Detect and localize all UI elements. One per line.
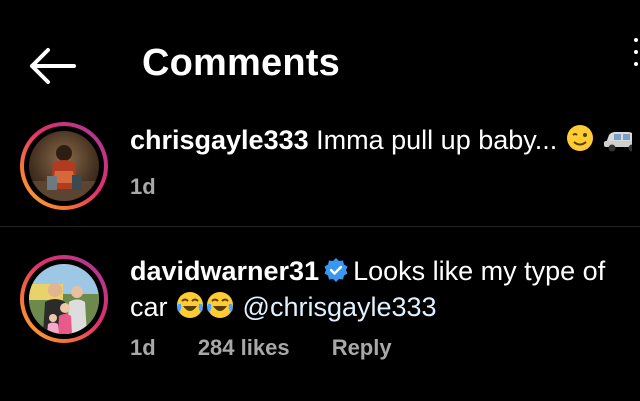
comment-time: 1d (130, 174, 156, 199)
comment-time: 1d (130, 335, 156, 360)
avatar[interactable] (20, 255, 108, 343)
header: Comments (0, 0, 640, 120)
comment-body: Imma pull up baby... (316, 125, 558, 155)
profile-photo (29, 131, 99, 201)
tears-of-joy-icon (177, 292, 204, 318)
arrow-left-icon (30, 48, 76, 84)
comment-text: davidwarner31 Looks like my type of car … (130, 253, 632, 325)
comment-text: chrisgayle333 Imma pull up baby... (130, 122, 632, 158)
page-title: Comments (142, 42, 340, 84)
wink-face-icon (566, 125, 593, 151)
reply-button[interactable]: Reply (332, 335, 392, 360)
more-options-icon[interactable] (632, 30, 640, 90)
profile-photo (29, 264, 99, 334)
tears-of-joy-icon (207, 292, 234, 318)
back-button[interactable] (26, 44, 78, 88)
comment-meta: 1d 284 likes Reply (130, 335, 428, 361)
comment-username[interactable]: chrisgayle333 (130, 125, 309, 155)
comment-username[interactable]: davidwarner31 (130, 256, 319, 286)
mention-link[interactable]: @chrisgayle333 (243, 292, 437, 322)
avatar[interactable] (20, 122, 108, 210)
car-icon (604, 132, 632, 152)
verified-badge-icon (324, 258, 348, 282)
comment-meta: 1d (130, 174, 192, 200)
comment-item: davidwarner31 Looks like my type of car … (0, 226, 640, 401)
likes-count[interactable]: 284 likes (198, 335, 290, 360)
comment-item: chrisgayle333 Imma pull up baby... 1d (0, 116, 640, 226)
